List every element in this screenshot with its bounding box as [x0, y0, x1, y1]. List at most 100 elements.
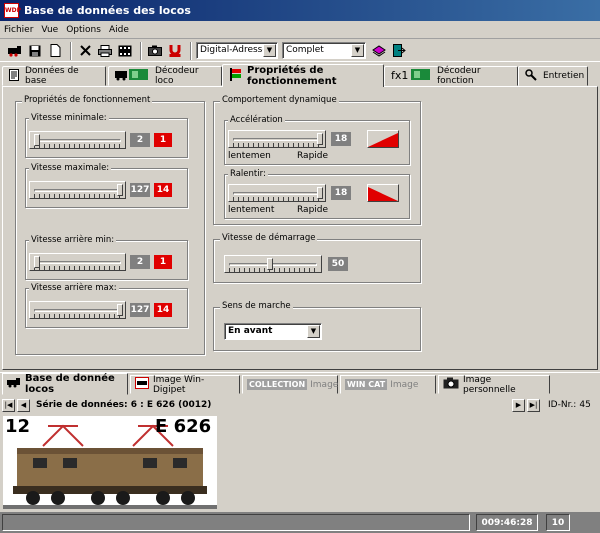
slider-track — [34, 261, 121, 264]
slider-track — [34, 309, 121, 312]
collection-logo: COLLECTION — [247, 379, 308, 390]
tab-image-collection[interactable]: COLLECTION Image — [242, 375, 338, 394]
exit-icon[interactable] — [390, 42, 408, 60]
toolbar-separator — [140, 41, 142, 60]
fx1-decoder-icon: fx1 — [391, 68, 431, 84]
record-series: Série de données: 6 : E 626 (0012) — [36, 400, 212, 410]
tab-entretien[interactable]: Entretien — [518, 66, 588, 86]
wdp-logo-icon — [135, 377, 149, 392]
direction-label: Sens de marche — [220, 301, 293, 311]
vrmin-slider[interactable] — [29, 253, 126, 271]
document-icon — [9, 68, 19, 84]
vrmax-slider[interactable] — [29, 301, 126, 319]
menu-vue[interactable]: Vue — [41, 25, 58, 35]
slider-ticks — [233, 197, 321, 201]
film-icon[interactable] — [116, 42, 134, 60]
accel-value: 18 — [331, 132, 351, 146]
vrmax-value: 127 — [130, 303, 150, 317]
menu-fichier[interactable]: Fichier — [4, 25, 33, 35]
tab-base-donnees-locos[interactable]: Base de donnée locos — [2, 373, 128, 395]
window-title: Base de données des locos — [24, 4, 191, 17]
status-time: 009:46:28 — [476, 514, 538, 531]
slider-thumb[interactable] — [267, 258, 274, 270]
locomotive-icon[interactable] — [6, 42, 24, 60]
tab-image-personnelle[interactable]: Image personnelle — [438, 374, 550, 395]
start-speed-group: Vitesse de démarrage 50 — [213, 233, 421, 283]
brake-slider[interactable] — [228, 184, 326, 202]
props-group: Propriétés de fonctionnement Vitesse min… — [15, 95, 205, 355]
brake-value: 18 — [331, 186, 351, 200]
image-source-tabs: Base de donnée locos Image Win-Digipet C… — [0, 372, 600, 395]
camera-icon — [443, 377, 459, 392]
magnet-icon[interactable] — [166, 42, 184, 60]
prev-record-icon[interactable]: ◀ — [17, 398, 30, 412]
slider-thumb[interactable] — [317, 187, 323, 199]
menu-aide[interactable]: Aide — [109, 25, 129, 35]
address-mode-select[interactable]: Digital-Adresse ▼ — [196, 42, 278, 59]
new-icon[interactable] — [46, 42, 64, 60]
slider-thumb[interactable] — [117, 184, 123, 196]
vmax-slider[interactable] — [29, 181, 126, 199]
slider-thumb[interactable] — [33, 256, 40, 268]
signal-icon — [229, 68, 241, 84]
accel-slider[interactable] — [228, 130, 326, 148]
accel-curve-icon — [367, 130, 399, 148]
books-icon[interactable] — [370, 42, 388, 60]
list-mode-select[interactable]: Complet ▼ — [282, 42, 366, 59]
start-speed-slider[interactable] — [224, 255, 322, 273]
chevron-down-icon[interactable]: ▼ — [351, 44, 364, 57]
tab-decodeur-fonction[interactable]: fx1 Décodeur fonction — [384, 66, 518, 86]
record-navigator: |◀ ◀ Série de données: 6 : E 626 (0012) … — [0, 396, 600, 414]
vmax-label: Vitesse maximale: — [29, 163, 112, 173]
chevron-down-icon[interactable]: ▼ — [263, 44, 276, 57]
menu-options[interactable]: Options — [66, 25, 101, 35]
vrmin-step: 1 — [154, 255, 172, 269]
wincat-logo: WIN CAT — [345, 379, 388, 390]
id-value: 45 — [579, 400, 591, 410]
camera-icon[interactable] — [146, 42, 164, 60]
props-group-label: Propriétés de fonctionnement — [22, 95, 153, 105]
tab-donnees-de-base[interactable]: Données de base — [2, 66, 106, 86]
dynamic-group: Comportement dynamique Accélération 18 l… — [213, 95, 421, 225]
start-speed-label: Vitesse de démarrage — [220, 233, 318, 243]
list-mode-value: Complet — [286, 45, 324, 55]
svg-text:fx1: fx1 — [391, 69, 408, 81]
chevron-down-icon[interactable]: ▼ — [307, 325, 320, 338]
tab-label: Données de base — [25, 66, 79, 86]
last-record-icon[interactable]: ▶| — [527, 398, 540, 412]
direction-group: Sens de marche En avant ▼ — [213, 301, 421, 351]
vmin-label: Vitesse minimale: — [29, 113, 109, 123]
direction-select[interactable]: En avant ▼ — [224, 323, 322, 340]
vmax-box: Vitesse maximale: 127 14 — [25, 163, 188, 208]
menu-bar: Fichier Vue Options Aide — [0, 22, 600, 39]
slider-track — [233, 192, 321, 195]
slider-track — [34, 139, 121, 142]
first-record-icon[interactable]: |◀ — [2, 398, 15, 412]
accel-slow-label: lentemen — [228, 151, 271, 161]
delete-icon[interactable] — [76, 42, 94, 60]
next-record-icon[interactable]: ▶ — [512, 398, 525, 412]
slider-thumb[interactable] — [117, 304, 123, 316]
save-icon[interactable] — [26, 42, 44, 60]
tab-label: Image personnelle — [463, 374, 516, 395]
slider-ticks — [34, 266, 121, 270]
slider-track — [233, 138, 321, 141]
slider-thumb[interactable] — [33, 134, 40, 146]
tab-image-wincat[interactable]: WIN CAT Image — [340, 375, 436, 394]
brake-slow-label: lentement — [228, 205, 275, 215]
accel-box: Accélération 18 lentemen Rapide — [224, 115, 410, 165]
vrmin-value: 2 — [130, 255, 150, 269]
status-bar: 009:46:28 10 — [0, 512, 600, 533]
brake-curve-icon — [367, 184, 399, 202]
start-speed-value: 50 — [328, 257, 348, 271]
brake-label: Ralentir: — [228, 169, 268, 179]
tab-decodeur-loco[interactable]: Décodeur loco — [108, 66, 222, 86]
tab-image-win-digipet[interactable]: Image Win-Digipet — [130, 375, 240, 395]
brake-fast-label: Rapide — [297, 205, 329, 215]
tab-proprietes-fonctionnement[interactable]: Propriétés de fonctionnement — [222, 64, 384, 87]
vmax-value: 127 — [130, 183, 150, 197]
status-count: 10 — [546, 514, 570, 531]
vmin-slider[interactable] — [29, 131, 126, 149]
print-icon[interactable] — [96, 42, 114, 60]
slider-thumb[interactable] — [317, 133, 323, 145]
